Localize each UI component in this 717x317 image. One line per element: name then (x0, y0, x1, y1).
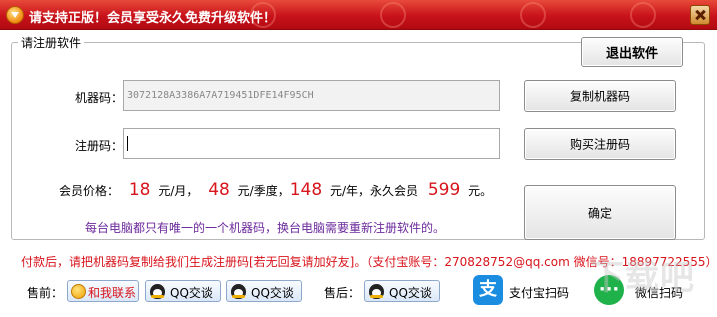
close-icon[interactable] (690, 5, 710, 25)
exit-button[interactable]: 退出软件 (581, 37, 683, 67)
decorative-swirl (380, 2, 406, 28)
title-bar: 请支持正版！会员享受永久免费升级软件！ (0, 0, 717, 30)
pricing-label: 会员价格： (59, 184, 120, 198)
qq-penguin-icon (150, 284, 165, 299)
reg-code-label: 注册码： (75, 139, 124, 153)
download-icon (6, 6, 24, 24)
contact-me-label: 和我联系 (88, 286, 137, 300)
qq-penguin-icon (231, 284, 246, 299)
alipay-icon[interactable]: 支 (473, 275, 503, 305)
alipay-scan-label[interactable]: 支付宝扫码 (509, 284, 569, 301)
price-monthly-unit: 元/月， (158, 184, 199, 198)
copy-machine-code-button[interactable]: 复制机器码 (524, 80, 676, 112)
presale-qq-label-1: QQ交谈 (170, 286, 213, 300)
machine-code-field[interactable]: 3072128A3386A7A719451DFE14F95CH (123, 80, 500, 111)
reg-code-input[interactable] (123, 128, 500, 159)
aftersale-label: 售后： (324, 286, 361, 300)
decorative-swirl (630, 2, 656, 28)
contact-icon (71, 284, 86, 299)
machine-code-note: 每台电脑都只有唯一的一个机器码，换台电脑需要重新注册软件的。 (85, 221, 446, 235)
buy-code-label: 购买注册码 (569, 137, 630, 152)
panel-legend: 请注册软件 (18, 34, 85, 51)
price-quarterly: 48 (208, 180, 230, 200)
price-lifetime-unit: 元。 (468, 184, 493, 198)
aftersale-qq-button[interactable]: QQ交谈 (364, 280, 440, 302)
contact-me-button[interactable]: 和我联系 (67, 280, 139, 302)
window-title: 请支持正版！会员享受永久免费升级软件！ (29, 11, 277, 26)
presale-qq-button-1[interactable]: QQ交谈 (145, 280, 221, 302)
pricing-row: 会员价格： 18 元/月， 48 元/季度，148 元/年，永久会员 599 元… (59, 180, 492, 200)
aftersale-qq-label: QQ交谈 (389, 286, 432, 300)
site-watermark: 下载吧 (590, 258, 695, 298)
price-yearly: 148 (289, 180, 323, 200)
price-quarterly-unit: 元/季度， (237, 184, 290, 198)
decorative-swirl (520, 2, 546, 28)
exit-button-label: 退出软件 (605, 46, 658, 62)
presale-label: 售前： (27, 286, 64, 300)
presale-qq-button-2[interactable]: QQ交谈 (226, 280, 302, 302)
qq-penguin-icon (369, 284, 384, 299)
confirm-button[interactable]: 确定 (524, 185, 676, 240)
price-yearly-unit: 元/年，永久会员 (329, 184, 419, 198)
machine-code-label: 机器码： (75, 91, 124, 105)
text-caret (127, 135, 128, 151)
price-monthly: 18 (128, 180, 151, 200)
presale-qq-label-2: QQ交谈 (251, 286, 294, 300)
price-lifetime: 599 (427, 180, 461, 200)
buy-code-button[interactable]: 购买注册码 (524, 128, 676, 160)
confirm-button-label: 确定 (587, 206, 612, 220)
copy-machine-code-label: 复制机器码 (569, 89, 630, 104)
